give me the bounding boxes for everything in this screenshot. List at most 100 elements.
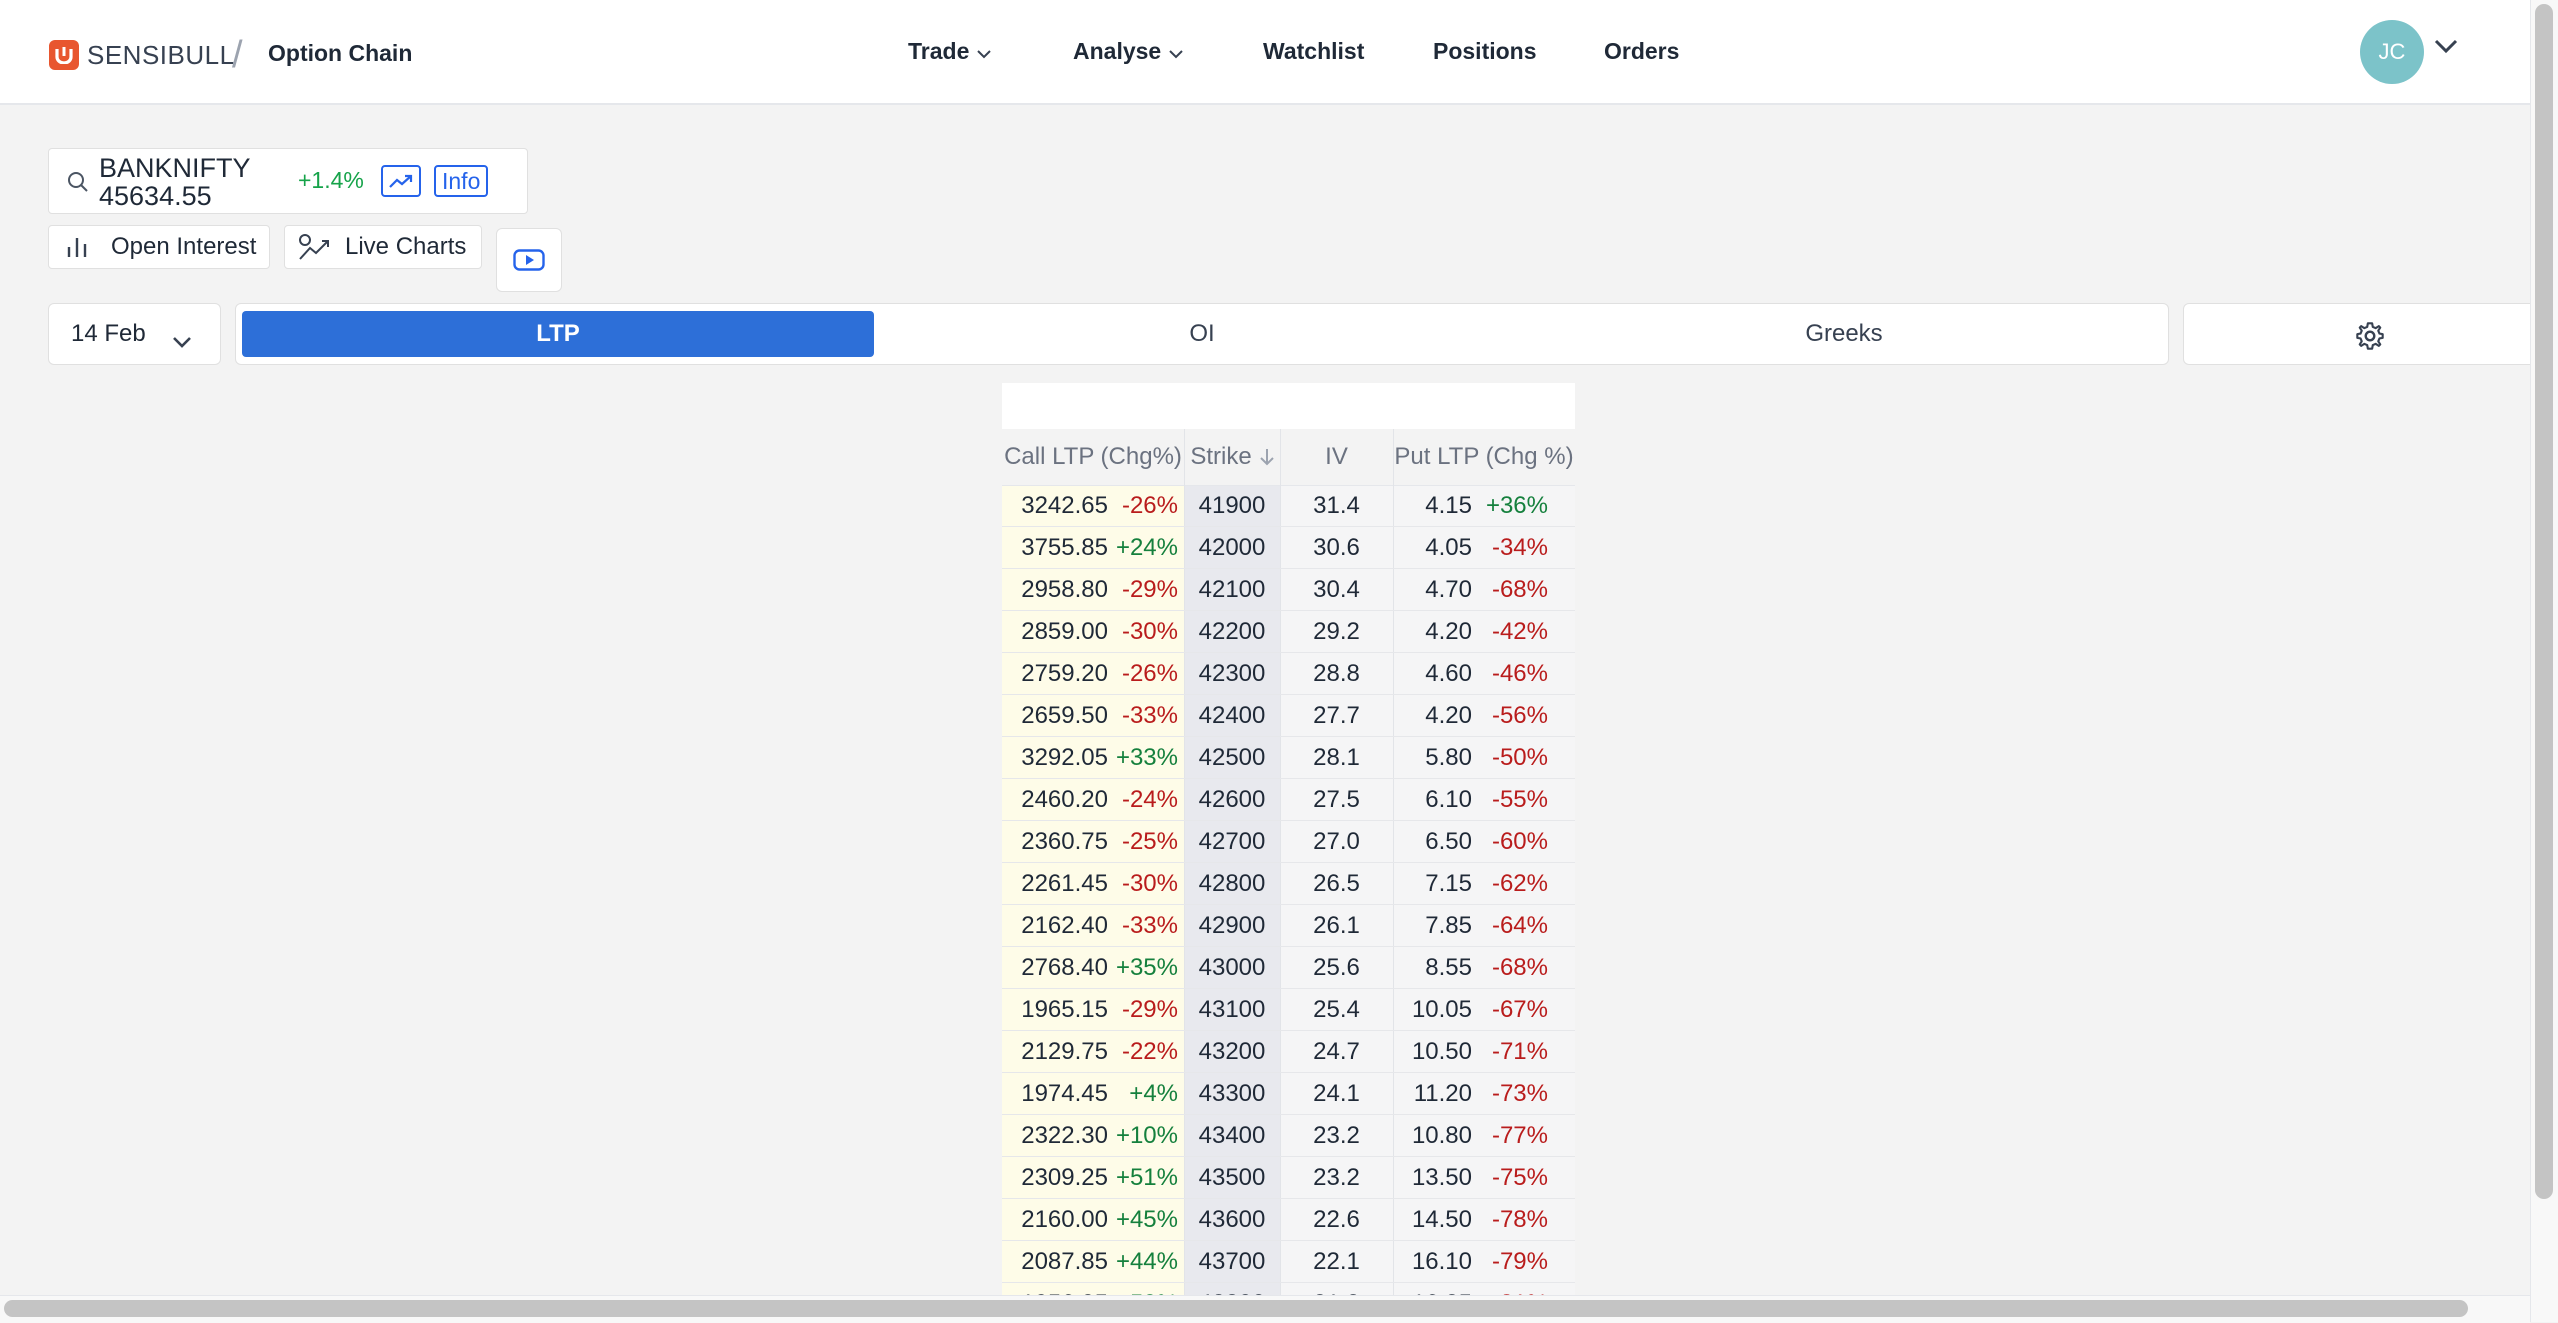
call-change-cell: -29% bbox=[1121, 576, 1178, 603]
sensibull-logo[interactable]: SENSIBULL bbox=[49, 38, 235, 72]
strike-cell: 42000 bbox=[1198, 534, 1266, 561]
open-interest-button[interactable]: Open Interest bbox=[48, 225, 270, 269]
table-row[interactable]: 2759.20 -26% 42300 28.8 4.60 -46% bbox=[1002, 653, 1575, 695]
iv-cell: 25.6 bbox=[1313, 954, 1360, 981]
table-row[interactable]: 2129.75 -22% 43200 24.7 10.50 -71% bbox=[1002, 1031, 1575, 1073]
tab-ltp[interactable]: LTP bbox=[242, 311, 874, 357]
call-change-cell: +35% bbox=[1115, 954, 1178, 981]
put-change-cell: -78% bbox=[1491, 1206, 1548, 1233]
horizontal-scrollbar[interactable] bbox=[4, 1300, 2468, 1317]
expiry-select[interactable]: 14 Feb bbox=[48, 303, 221, 365]
expiry-value: 14 Feb bbox=[71, 320, 146, 347]
put-ltp-cell: 6.50 bbox=[1425, 828, 1472, 855]
iv-cell: 27.5 bbox=[1313, 786, 1360, 813]
nav-orders[interactable]: Orders bbox=[1604, 38, 1679, 65]
table-row[interactable]: 3292.05 +33% 42500 28.1 5.80 -50% bbox=[1002, 737, 1575, 779]
table-row[interactable]: 1974.45 +4% 43300 24.1 11.20 -73% bbox=[1002, 1073, 1575, 1115]
account-menu-chevron-icon[interactable] bbox=[2434, 38, 2458, 59]
call-change-cell: -29% bbox=[1121, 996, 1178, 1023]
open-interest-label: Open Interest bbox=[111, 233, 257, 260]
put-ltp-cell: 6.10 bbox=[1425, 786, 1472, 813]
iv-cell: 27.7 bbox=[1313, 702, 1360, 729]
call-change-cell: -26% bbox=[1121, 660, 1178, 687]
table-row[interactable]: 3242.65 -26% 41900 31.4 4.15 +36% bbox=[1002, 485, 1575, 527]
iv-cell: 28.1 bbox=[1313, 744, 1360, 771]
header-strike[interactable]: Strike bbox=[1184, 429, 1280, 485]
put-change-cell: -42% bbox=[1491, 618, 1548, 645]
table-row[interactable]: 2768.40 +35% 43000 25.6 8.55 -68% bbox=[1002, 947, 1575, 989]
call-ltp-cell: 3755.85 bbox=[1021, 534, 1108, 561]
nav-orders-label: Orders bbox=[1604, 38, 1680, 64]
table-row[interactable]: 2958.80 -29% 42100 30.4 4.70 -68% bbox=[1002, 569, 1575, 611]
table-row[interactable]: 2309.25 +51% 43500 23.2 13.50 -75% bbox=[1002, 1157, 1575, 1199]
call-ltp-cell: 1956.05 bbox=[1021, 1283, 1108, 1295]
table-row[interactable]: 1965.15 -29% 43100 25.4 10.05 -67% bbox=[1002, 989, 1575, 1031]
vertical-scrollbar[interactable] bbox=[2535, 4, 2553, 1199]
nav-analyse[interactable]: Analyse bbox=[1073, 38, 1183, 65]
header-iv: IV bbox=[1325, 443, 1348, 470]
call-change-cell: +50% bbox=[1116, 1283, 1178, 1295]
put-change-cell: -75% bbox=[1491, 1164, 1548, 1191]
table-row[interactable]: 2162.40 -33% 42900 26.1 7.85 -64% bbox=[1002, 905, 1575, 947]
gear-icon bbox=[2354, 320, 2386, 357]
trend-chart-button[interactable] bbox=[381, 165, 421, 197]
symbol-change: +1.4% bbox=[298, 167, 364, 193]
video-tutorial-button[interactable] bbox=[496, 228, 562, 292]
iv-cell: 27.0 bbox=[1313, 828, 1360, 855]
tab-greeks[interactable]: Greeks bbox=[1528, 311, 2160, 357]
call-ltp-cell: 2309.25 bbox=[1021, 1164, 1108, 1191]
view-tabs: LTP OI Greeks bbox=[235, 303, 2169, 365]
nav-positions[interactable]: Positions bbox=[1433, 38, 1537, 65]
nav-analyse-label: Analyse bbox=[1073, 38, 1162, 64]
put-ltp-cell: 4.15 bbox=[1425, 492, 1472, 519]
call-change-cell: -33% bbox=[1121, 912, 1178, 939]
table-row[interactable]: 2460.20 -24% 42600 27.5 6.10 -55% bbox=[1002, 779, 1575, 821]
call-change-cell: -24% bbox=[1121, 786, 1178, 813]
strike-cell: 42200 bbox=[1198, 618, 1266, 645]
user-avatar[interactable]: JC bbox=[2360, 20, 2424, 84]
table-row[interactable]: 1956.05 +50% 4380021.3 16.35 -81% bbox=[1002, 1283, 1575, 1295]
call-ltp-cell: 1965.15 bbox=[1021, 996, 1108, 1023]
table-row[interactable]: 2322.30 +10% 43400 23.2 10.80 -77% bbox=[1002, 1115, 1575, 1157]
sort-arrow-down-icon bbox=[1259, 448, 1274, 466]
call-ltp-cell: 2659.50 bbox=[1021, 702, 1108, 729]
put-change-cell: -81% bbox=[1492, 1283, 1548, 1295]
nav-watchlist[interactable]: Watchlist bbox=[1263, 38, 1364, 65]
symbol-search[interactable]: BANKNIFTY 45634.55 +1.4% Info bbox=[48, 148, 528, 214]
strike-cell: 42900 bbox=[1198, 912, 1266, 939]
call-ltp-cell: 3292.05 bbox=[1021, 744, 1108, 771]
symbol-price: 45634.55 bbox=[99, 181, 212, 211]
call-ltp-cell: 2160.00 bbox=[1021, 1206, 1108, 1233]
table-row[interactable]: 2360.75 -25% 42700 27.0 6.50 -60% bbox=[1002, 821, 1575, 863]
tab-oi[interactable]: OI bbox=[886, 311, 1518, 357]
live-charts-button[interactable]: Live Charts bbox=[284, 225, 482, 269]
strike-cell: 43500 bbox=[1198, 1164, 1266, 1191]
table-row[interactable]: 2261.45 -30% 42800 26.5 7.15 -62% bbox=[1002, 863, 1575, 905]
call-change-cell: -25% bbox=[1121, 828, 1178, 855]
info-button[interactable]: Info bbox=[434, 165, 489, 197]
put-ltp-cell: 8.55 bbox=[1425, 954, 1472, 981]
put-ltp-cell: 13.50 bbox=[1411, 1164, 1472, 1191]
put-ltp-cell: 7.85 bbox=[1425, 912, 1472, 939]
breadcrumb-option-chain: Option Chain bbox=[268, 40, 413, 66]
iv-cell: 30.6 bbox=[1313, 534, 1360, 561]
table-row[interactable]: 2659.50 -33% 42400 27.7 4.20 -56% bbox=[1002, 695, 1575, 737]
put-ltp-cell: 10.50 bbox=[1411, 1038, 1472, 1065]
put-change-cell: +36% bbox=[1485, 492, 1548, 519]
table-row[interactable]: 3755.85 +24% 42000 30.6 4.05 -34% bbox=[1002, 527, 1575, 569]
put-change-cell: -60% bbox=[1491, 828, 1548, 855]
put-ltp-cell: 4.60 bbox=[1425, 660, 1472, 687]
nav-trade[interactable]: Trade bbox=[908, 38, 992, 65]
put-change-cell: -68% bbox=[1491, 954, 1548, 981]
table-row[interactable]: 2859.00 -30% 42200 29.2 4.20 -42% bbox=[1002, 611, 1575, 653]
iv-cell: 30.4 bbox=[1313, 576, 1360, 603]
nav-watchlist-label: Watchlist bbox=[1263, 38, 1365, 64]
strike-cell: 42500 bbox=[1198, 744, 1266, 771]
table-row[interactable]: 2087.85 +44% 43700 22.1 16.10 -79% bbox=[1002, 1241, 1575, 1283]
strike-cell: 43600 bbox=[1198, 1206, 1266, 1233]
table-row[interactable]: 2160.00 +45% 43600 22.6 14.50 -78% bbox=[1002, 1199, 1575, 1241]
put-ltp-cell: 4.20 bbox=[1425, 618, 1472, 645]
strike-cell: 42300 bbox=[1198, 660, 1266, 687]
strike-cell: 43000 bbox=[1198, 954, 1266, 981]
settings-button[interactable] bbox=[2183, 303, 2558, 365]
